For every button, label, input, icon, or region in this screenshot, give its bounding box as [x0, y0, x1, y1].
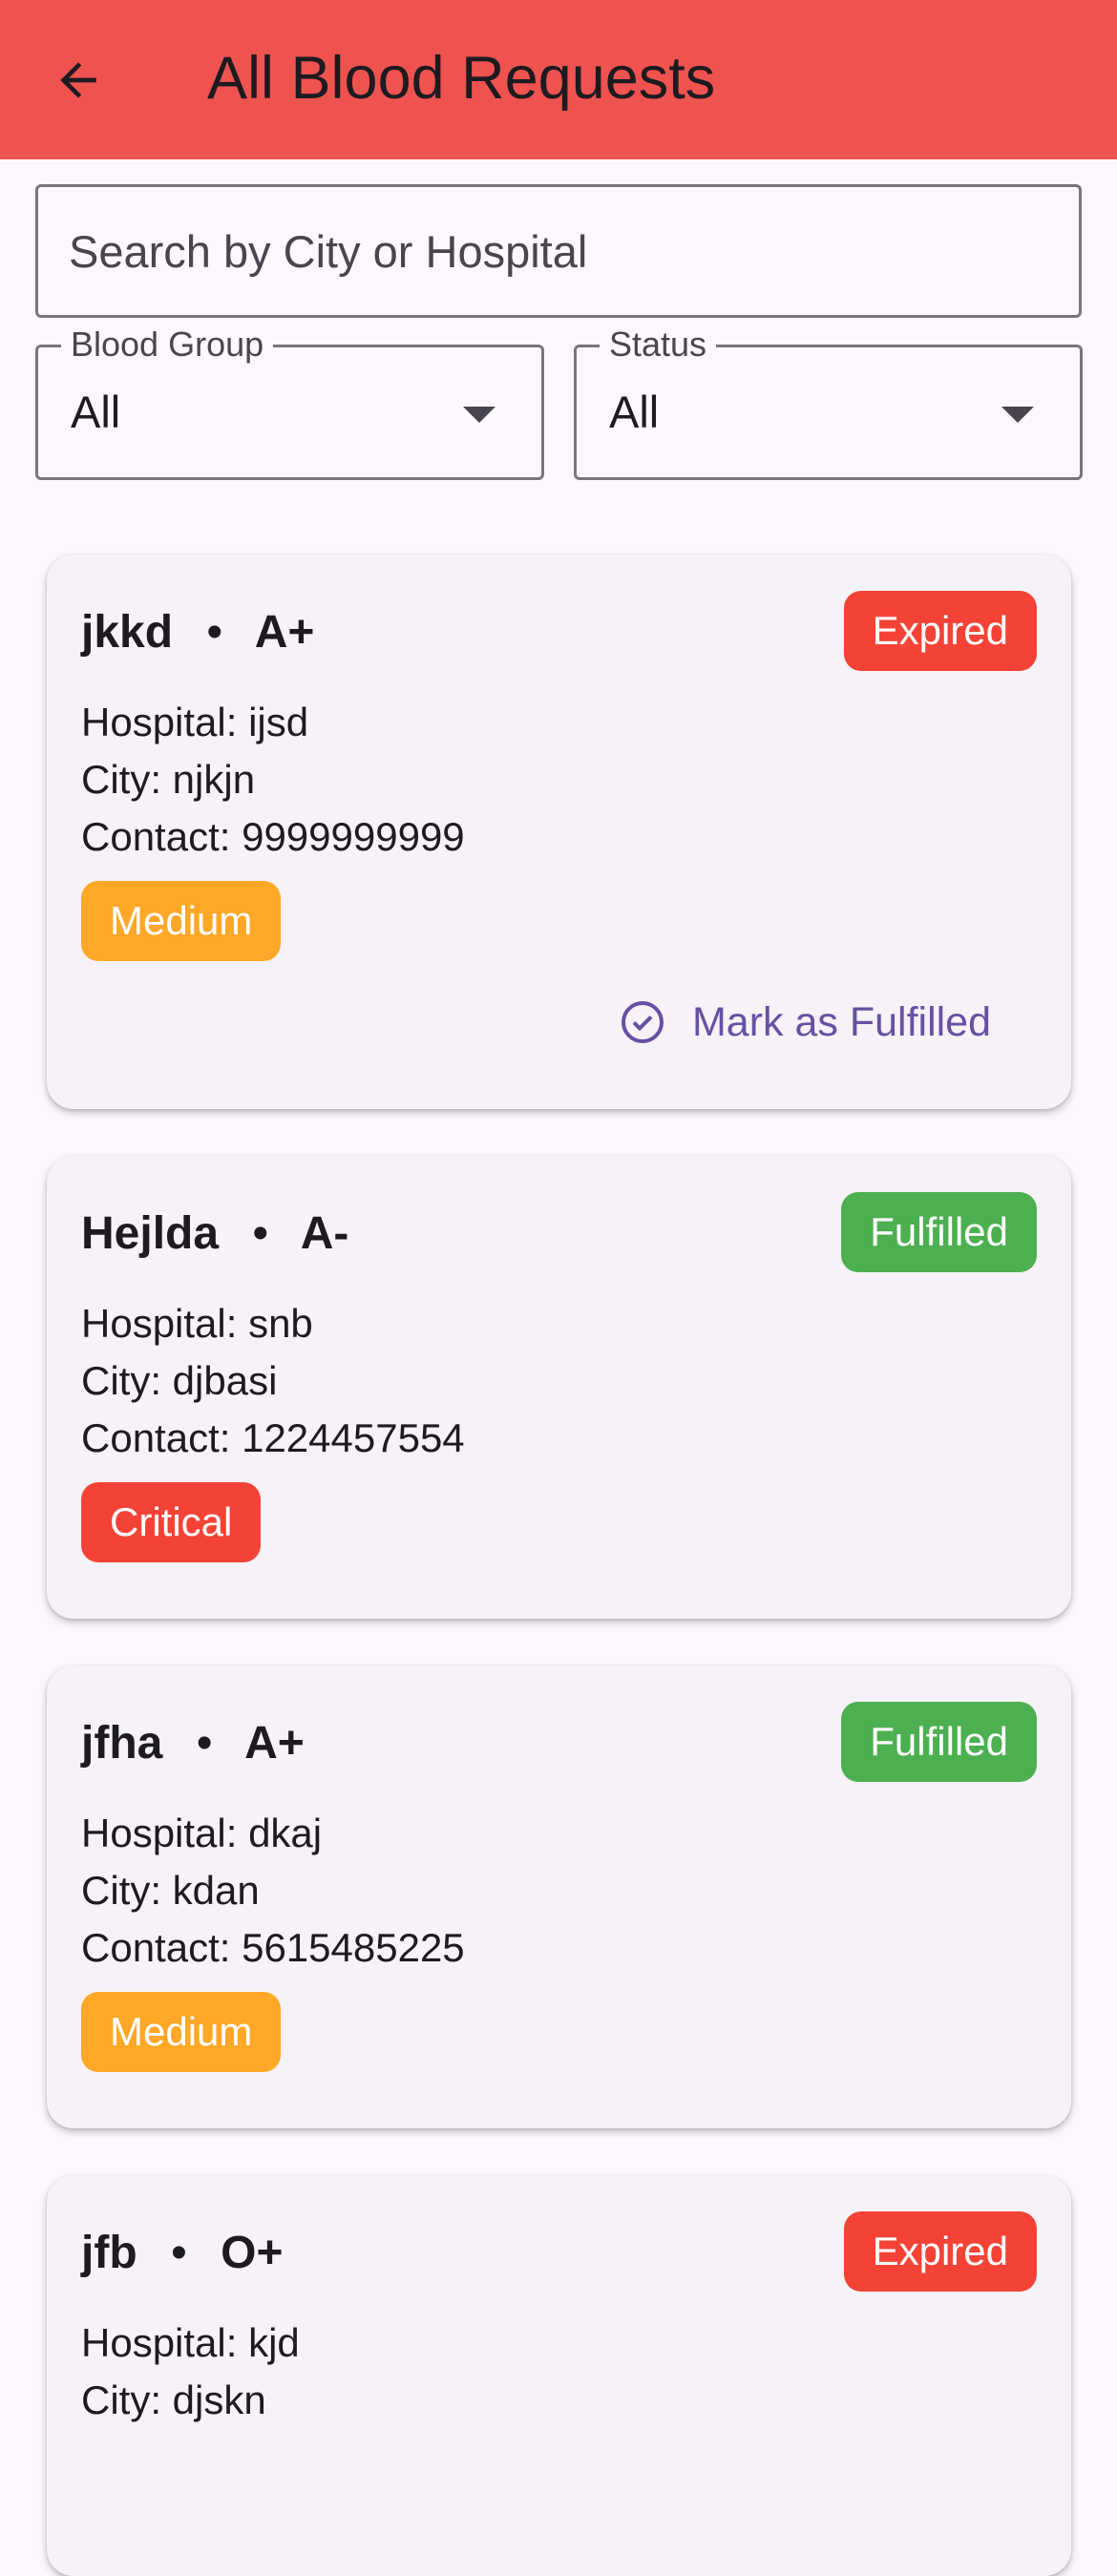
blood-group-label: Blood Group — [61, 325, 274, 365]
contact-text: Contact: 5615485225 — [81, 1925, 465, 1970]
hospital-text: Hospital: snb — [81, 1301, 313, 1346]
status-badge: Fulfilled — [841, 1192, 1037, 1272]
request-card[interactable]: jkkd • A+ Expired Hospital: ijsd City: n… — [47, 555, 1071, 1109]
priority-badge: Critical — [81, 1482, 262, 1562]
check-circle-icon — [621, 1001, 664, 1043]
priority-badge: Medium — [81, 1992, 282, 2072]
request-card[interactable]: Hejlda • A- Fulfilled Hospital: snb City… — [47, 1156, 1071, 1619]
status-value: All — [609, 387, 660, 437]
arrow-back-icon — [60, 62, 96, 98]
priority-badge: Medium — [81, 881, 282, 961]
dropdown-arrow-icon — [463, 407, 495, 423]
requester-name: jfha — [81, 1718, 163, 1769]
contact-text: Contact: 1224457554 — [81, 1415, 465, 1460]
status-label: Status — [600, 325, 717, 365]
blood-group-value: All — [71, 387, 121, 437]
request-card[interactable]: jfb • O+ Expired Hospital: kjd City: djs… — [47, 2175, 1071, 2576]
city-text: City: djskn — [81, 2377, 266, 2422]
dropdown-arrow-icon — [1001, 407, 1034, 423]
blood-group: O+ — [221, 2228, 284, 2278]
request-title: Hejlda • A- — [81, 1205, 348, 1263]
status-dropdown[interactable]: Status All — [574, 325, 1083, 480]
blood-group: A+ — [244, 1718, 305, 1769]
city-text: City: djbasi — [81, 1358, 278, 1403]
blood-group: A+ — [254, 607, 315, 658]
back-button[interactable] — [38, 40, 118, 120]
status-badge: Expired — [843, 591, 1037, 671]
request-card[interactable]: jfha • A+ Fulfilled Hospital: dkaj City:… — [47, 1665, 1071, 2128]
hospital-text: Hospital: ijsd — [81, 700, 309, 744]
hospital-text: Hospital: dkaj — [81, 1811, 323, 1855]
request-title: jfb • O+ — [81, 2225, 284, 2282]
city-text: City: kdan — [81, 1868, 260, 1913]
request-title: jkkd • A+ — [81, 604, 314, 661]
app-bar: All Blood Requests — [0, 0, 1117, 159]
search-field[interactable] — [35, 184, 1082, 318]
search-input[interactable] — [69, 187, 1023, 315]
page-title: All Blood Requests — [207, 45, 716, 112]
blood-group-dropdown[interactable]: Blood Group All — [35, 325, 544, 480]
status-badge: Fulfilled — [841, 1702, 1037, 1782]
mark-fulfilled-button[interactable]: Mark as Fulfilled — [620, 988, 991, 1057]
city-text: City: njkjn — [81, 757, 256, 802]
request-title: jfha • A+ — [81, 1715, 305, 1772]
blood-group: A- — [300, 1208, 349, 1259]
title-separator: • — [170, 2228, 187, 2278]
requester-name: jkkd — [81, 607, 174, 658]
title-separator: • — [252, 1208, 269, 1259]
requester-name: Hejlda — [81, 1208, 220, 1259]
contact-text: Contact: 9999999999 — [81, 814, 465, 859]
title-separator: • — [196, 1718, 213, 1769]
mark-fulfilled-label: Mark as Fulfilled — [691, 998, 991, 1045]
requester-name: jfb — [81, 2228, 137, 2278]
hospital-text: Hospital: kjd — [81, 2320, 300, 2365]
title-separator: • — [206, 607, 223, 658]
status-badge: Expired — [843, 2211, 1037, 2292]
